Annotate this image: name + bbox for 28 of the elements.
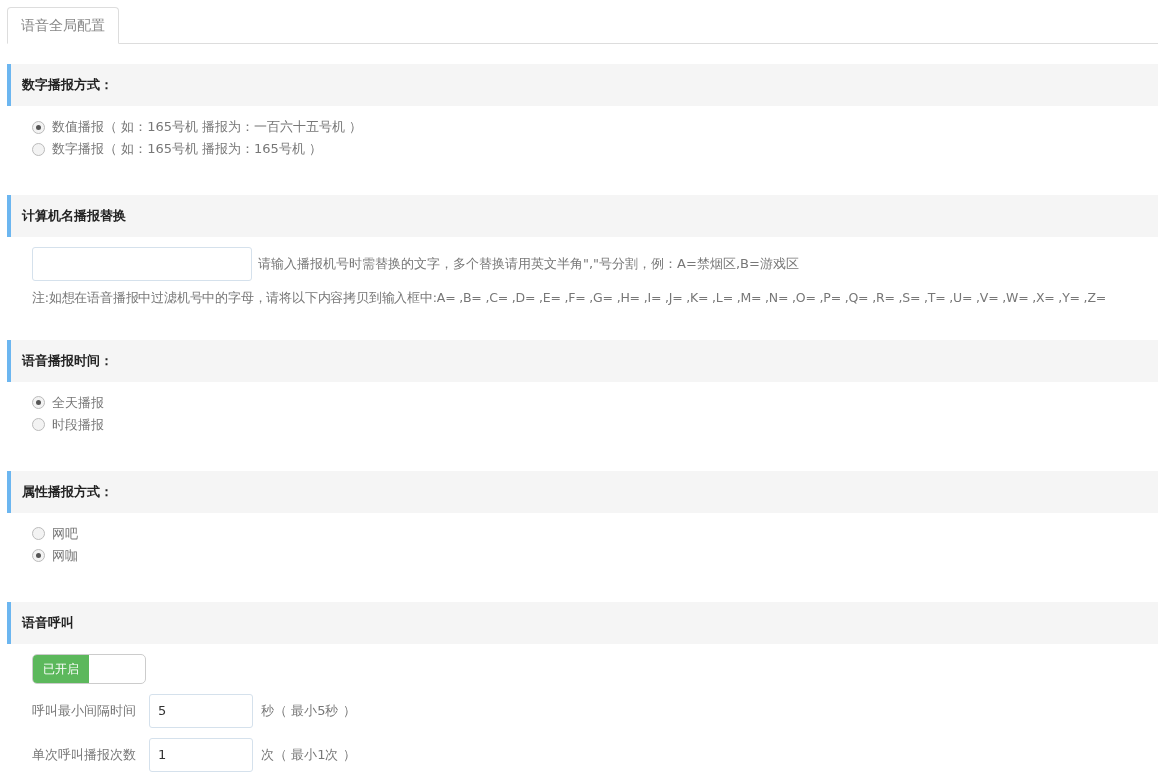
section-header: 语音播报时间：: [7, 339, 1158, 382]
field-suffix: 秒（ 最小5秒 ）: [261, 702, 356, 720]
tab[interactable]: 语音全局配置: [7, 7, 119, 44]
radio-label: 网咖: [52, 547, 78, 565]
number-input[interactable]: 5: [149, 693, 253, 728]
field-label: 呼叫最小间隔时间: [32, 702, 137, 720]
radio-button[interactable]: [32, 418, 45, 432]
section-header: 属性播报方式：: [7, 470, 1158, 513]
field-suffix: 次（ 最小1次 ）: [261, 746, 356, 764]
radio-button[interactable]: [32, 527, 45, 541]
radio-button[interactable]: [32, 396, 45, 410]
section-header: 数字播报方式：: [7, 64, 1158, 106]
radio-label: 数值播报（ 如：165号机 播报为：一百六十五号机 ）: [52, 118, 363, 137]
radio-label: 数字播报（ 如：165号机 播报为：165号机 ）: [52, 140, 323, 159]
field-label: 单次呼叫播报次数: [32, 746, 137, 764]
radio-button[interactable]: [32, 142, 45, 156]
switch-label: 已开启: [33, 654, 89, 683]
section-header: 计算机名播报替换: [7, 195, 1158, 237]
radio-label: 全天播报: [52, 394, 104, 412]
radio-button[interactable]: [32, 120, 45, 134]
input-hint: 请输入播报机号时需替换的文字，多个替换请用英文半角","号分割，例：A=禁烟区,B=游戏区: [258, 255, 799, 274]
filter-note: 注:如想在语音播报中过滤机号中的字母，请将以下内容拷贝到输入框中:A= ,B= ,C= ,D= ,E= ,F= ,G= ,H= ,I= ,J= ,K= ,L= ,M= ,N= ,O= ,P= ,Q= ,R= ,S= ,T= ,U= ,V= ,W= ,X= ,Y= ,Z=: [32, 289, 1108, 307]
number-input[interactable]: 1: [149, 737, 253, 772]
section-header: 语音呼叫: [7, 601, 1158, 644]
radio-label: 网吧: [52, 525, 78, 543]
radio-label: 时段播报: [52, 416, 104, 434]
radio-button[interactable]: [32, 549, 45, 563]
replace-input[interactable]: [32, 247, 252, 281]
